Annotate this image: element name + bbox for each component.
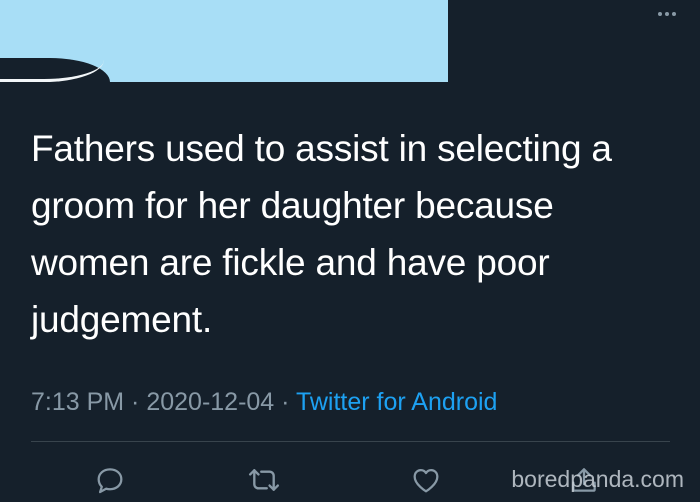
watermark: boredpanda.com (511, 466, 684, 492)
reply-icon (97, 468, 123, 494)
more-dot (672, 12, 676, 16)
more-options-button[interactable] (658, 12, 676, 16)
retweet-button[interactable] (246, 462, 282, 498)
tweet-time: 7:13 PM (31, 388, 125, 416)
tweet-date: 2020-12-04 (146, 388, 275, 416)
more-dot (665, 12, 669, 16)
like-button[interactable] (408, 462, 444, 498)
meta-separator: · (274, 388, 296, 416)
reply-button[interactable] (92, 462, 128, 498)
meta-separator: · (124, 388, 147, 416)
retweet-icon (248, 469, 280, 491)
tweet-metadata: 7:13 PM · 2020-12-04 · Twitter for Andro… (31, 388, 497, 417)
tweet-text: Fathers used to assist in selecting a gr… (31, 128, 612, 340)
tweet-source-link[interactable]: Twitter for Android (296, 388, 497, 416)
more-dot (658, 12, 662, 16)
like-icon (413, 468, 439, 493)
divider (31, 441, 670, 442)
